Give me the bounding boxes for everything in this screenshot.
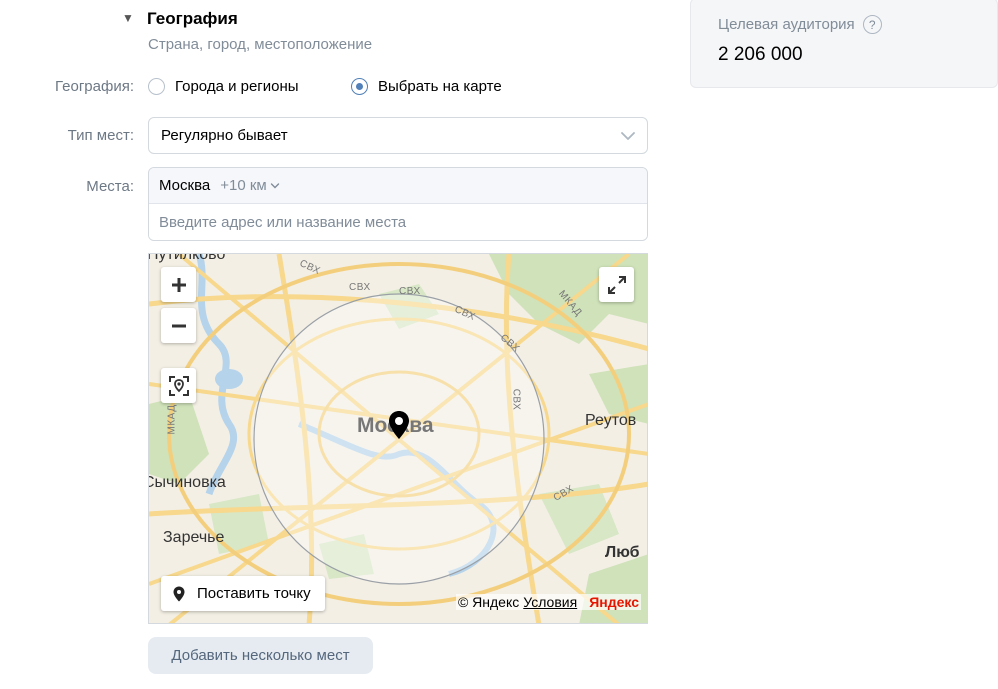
- location-pin-icon: [173, 586, 185, 601]
- minus-icon: [171, 324, 186, 327]
- map-label: Сычиновка: [148, 474, 226, 491]
- road-label: СВХ: [399, 286, 421, 297]
- radio-label: Выбрать на карте: [378, 78, 502, 95]
- map-copyright: © Яндекс Условия Яндекс: [455, 594, 641, 610]
- add-several-places-button[interactable]: Добавить несколько мест: [148, 637, 373, 674]
- section-subtitle: Страна, город, местоположение: [148, 36, 373, 53]
- places-box: Москва +10 км: [148, 167, 648, 241]
- geography-label: География:: [55, 78, 134, 95]
- radius-dropdown[interactable]: +10 км: [220, 177, 280, 194]
- radio-checked-icon: [351, 78, 368, 95]
- fullscreen-button[interactable]: [599, 267, 634, 302]
- map-label: Реутов: [585, 412, 637, 429]
- audience-value: 2 206 000: [718, 44, 803, 65]
- zoom-out-button[interactable]: [161, 308, 196, 343]
- geolocation-icon: [168, 375, 189, 396]
- place-type-value: Регулярно бывает: [161, 127, 288, 144]
- audience-card: Целевая аудитория ? 2 206 000: [690, 0, 998, 88]
- set-point-button[interactable]: Поставить точку: [161, 576, 325, 611]
- map-pin-icon[interactable]: [388, 410, 410, 440]
- audience-title-row: Целевая аудитория ?: [718, 15, 882, 34]
- radio-unchecked-icon: [148, 78, 165, 95]
- yandex-logo[interactable]: Яндекс: [589, 594, 639, 610]
- plus-icon: [171, 277, 186, 292]
- place-type-label: Тип мест:: [67, 127, 134, 144]
- places-label: Места:: [86, 178, 134, 195]
- map-view[interactable]: Путилково Реутов Сычиновка Заречье Люб М…: [148, 253, 648, 624]
- map-label: Заречье: [163, 529, 225, 546]
- audience-title: Целевая аудитория: [718, 16, 855, 33]
- place-chip-city[interactable]: Москва: [159, 177, 210, 194]
- chevron-down-icon: [270, 182, 279, 188]
- road-label: МКАД: [166, 404, 178, 435]
- road-label: СВХ: [510, 388, 522, 411]
- zoom-in-button[interactable]: [161, 267, 196, 302]
- map-label: Люб: [605, 544, 640, 561]
- radius-value: +10 км: [220, 177, 267, 194]
- place-search-input[interactable]: [149, 204, 647, 240]
- terms-link[interactable]: Условия: [523, 594, 577, 610]
- help-icon[interactable]: ?: [862, 15, 882, 34]
- chevron-down-icon: [621, 132, 635, 140]
- radio-choose-on-map[interactable]: Выбрать на карте: [351, 78, 502, 95]
- collapse-arrow-icon[interactable]: ▼: [122, 11, 134, 25]
- copyright-text: © Яндекс: [457, 594, 520, 610]
- places-chips: Москва +10 км: [149, 168, 647, 204]
- set-point-label: Поставить точку: [197, 585, 311, 602]
- expand-icon: [607, 275, 626, 294]
- geolocation-button[interactable]: [161, 368, 196, 403]
- radio-label: Города и регионы: [175, 78, 299, 95]
- map-label: Путилково: [148, 253, 226, 263]
- radio-cities-regions[interactable]: Города и регионы: [148, 78, 299, 95]
- road-label: СВХ: [349, 282, 371, 293]
- section-title: География: [147, 9, 238, 28]
- place-type-select[interactable]: Регулярно бывает: [148, 117, 648, 154]
